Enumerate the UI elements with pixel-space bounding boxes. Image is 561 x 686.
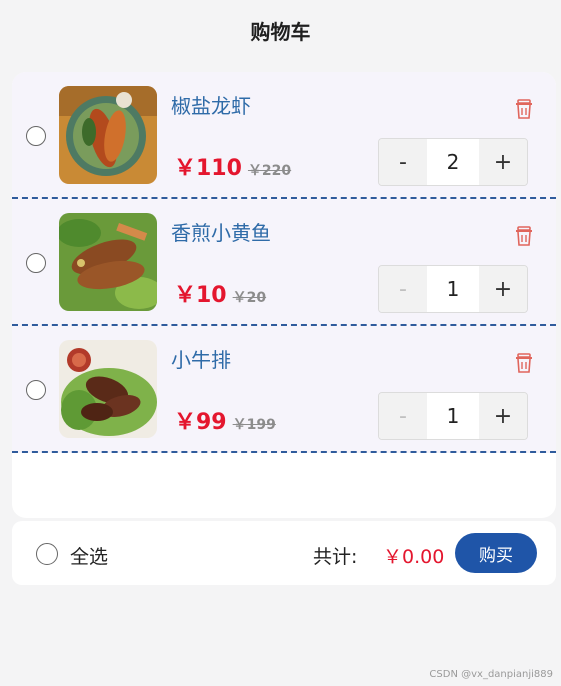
quantity-stepper: - 1 + <box>378 265 528 313</box>
item-price-group: ￥10 ￥20 <box>174 277 266 309</box>
page-title: 购物车 <box>250 19 311 44</box>
cart-item: 香煎小黄鱼 ￥10 ￥20 - 1 + <box>12 199 556 326</box>
header: 购物车 <box>0 0 561 60</box>
cart-item: 小牛排 ￥99 ￥199 - 1 + <box>12 326 556 453</box>
item-price-group: ￥110 ￥220 <box>174 150 291 182</box>
cart-footer: 全选 共计: ￥0.00 购买 <box>12 521 556 585</box>
increase-button[interactable]: + <box>479 139 527 185</box>
item-price-group: ￥99 ￥199 <box>174 404 276 436</box>
quantity-value[interactable]: 2 <box>427 139 479 185</box>
item-image <box>59 86 157 184</box>
quantity-stepper: - 1 + <box>378 392 528 440</box>
total-label: 共计: <box>313 546 358 568</box>
select-all-radio[interactable] <box>36 543 58 565</box>
item-price: ￥110 <box>174 156 242 181</box>
watermark: CSDN @vx_danpianji889 <box>429 669 553 680</box>
decrease-button[interactable]: - <box>379 139 427 185</box>
item-select-radio[interactable] <box>26 126 46 146</box>
item-old-price: ￥220 <box>247 163 292 179</box>
trash-icon[interactable] <box>515 353 533 373</box>
decrease-button[interactable]: - <box>379 266 427 312</box>
item-price: ￥99 <box>174 410 227 435</box>
quantity-value[interactable]: 1 <box>427 266 479 312</box>
quantity-value[interactable]: 1 <box>427 393 479 439</box>
food-photo-icon <box>59 340 157 438</box>
item-name[interactable]: 小牛排 <box>171 344 231 373</box>
decrease-button[interactable]: - <box>379 393 427 439</box>
item-name[interactable]: 椒盐龙虾 <box>171 90 251 119</box>
food-photo-icon <box>59 86 157 184</box>
cart-list: 椒盐龙虾 ￥110 ￥220 - 2 + 香煎小黄鱼 ￥10 ￥20 - 1 +… <box>12 72 556 518</box>
item-select-radio[interactable] <box>26 253 46 273</box>
item-image <box>59 213 157 311</box>
item-select-radio[interactable] <box>26 380 46 400</box>
increase-button[interactable]: + <box>479 266 527 312</box>
item-old-price: ￥199 <box>232 417 276 433</box>
item-price: ￥10 <box>174 283 227 308</box>
increase-button[interactable]: + <box>479 393 527 439</box>
select-all-label[interactable]: 全选 <box>70 542 108 569</box>
total-value: ￥0.00 <box>383 546 445 568</box>
cart-item: 椒盐龙虾 ￥110 ￥220 - 2 + <box>12 72 556 199</box>
trash-icon[interactable] <box>515 99 533 119</box>
buy-button[interactable]: 购买 <box>455 533 537 573</box>
trash-icon[interactable] <box>515 226 533 246</box>
food-photo-icon <box>59 213 157 311</box>
item-old-price: ￥20 <box>232 290 267 306</box>
quantity-stepper: - 2 + <box>378 138 528 186</box>
item-name[interactable]: 香煎小黄鱼 <box>171 217 271 246</box>
item-image <box>59 340 157 438</box>
